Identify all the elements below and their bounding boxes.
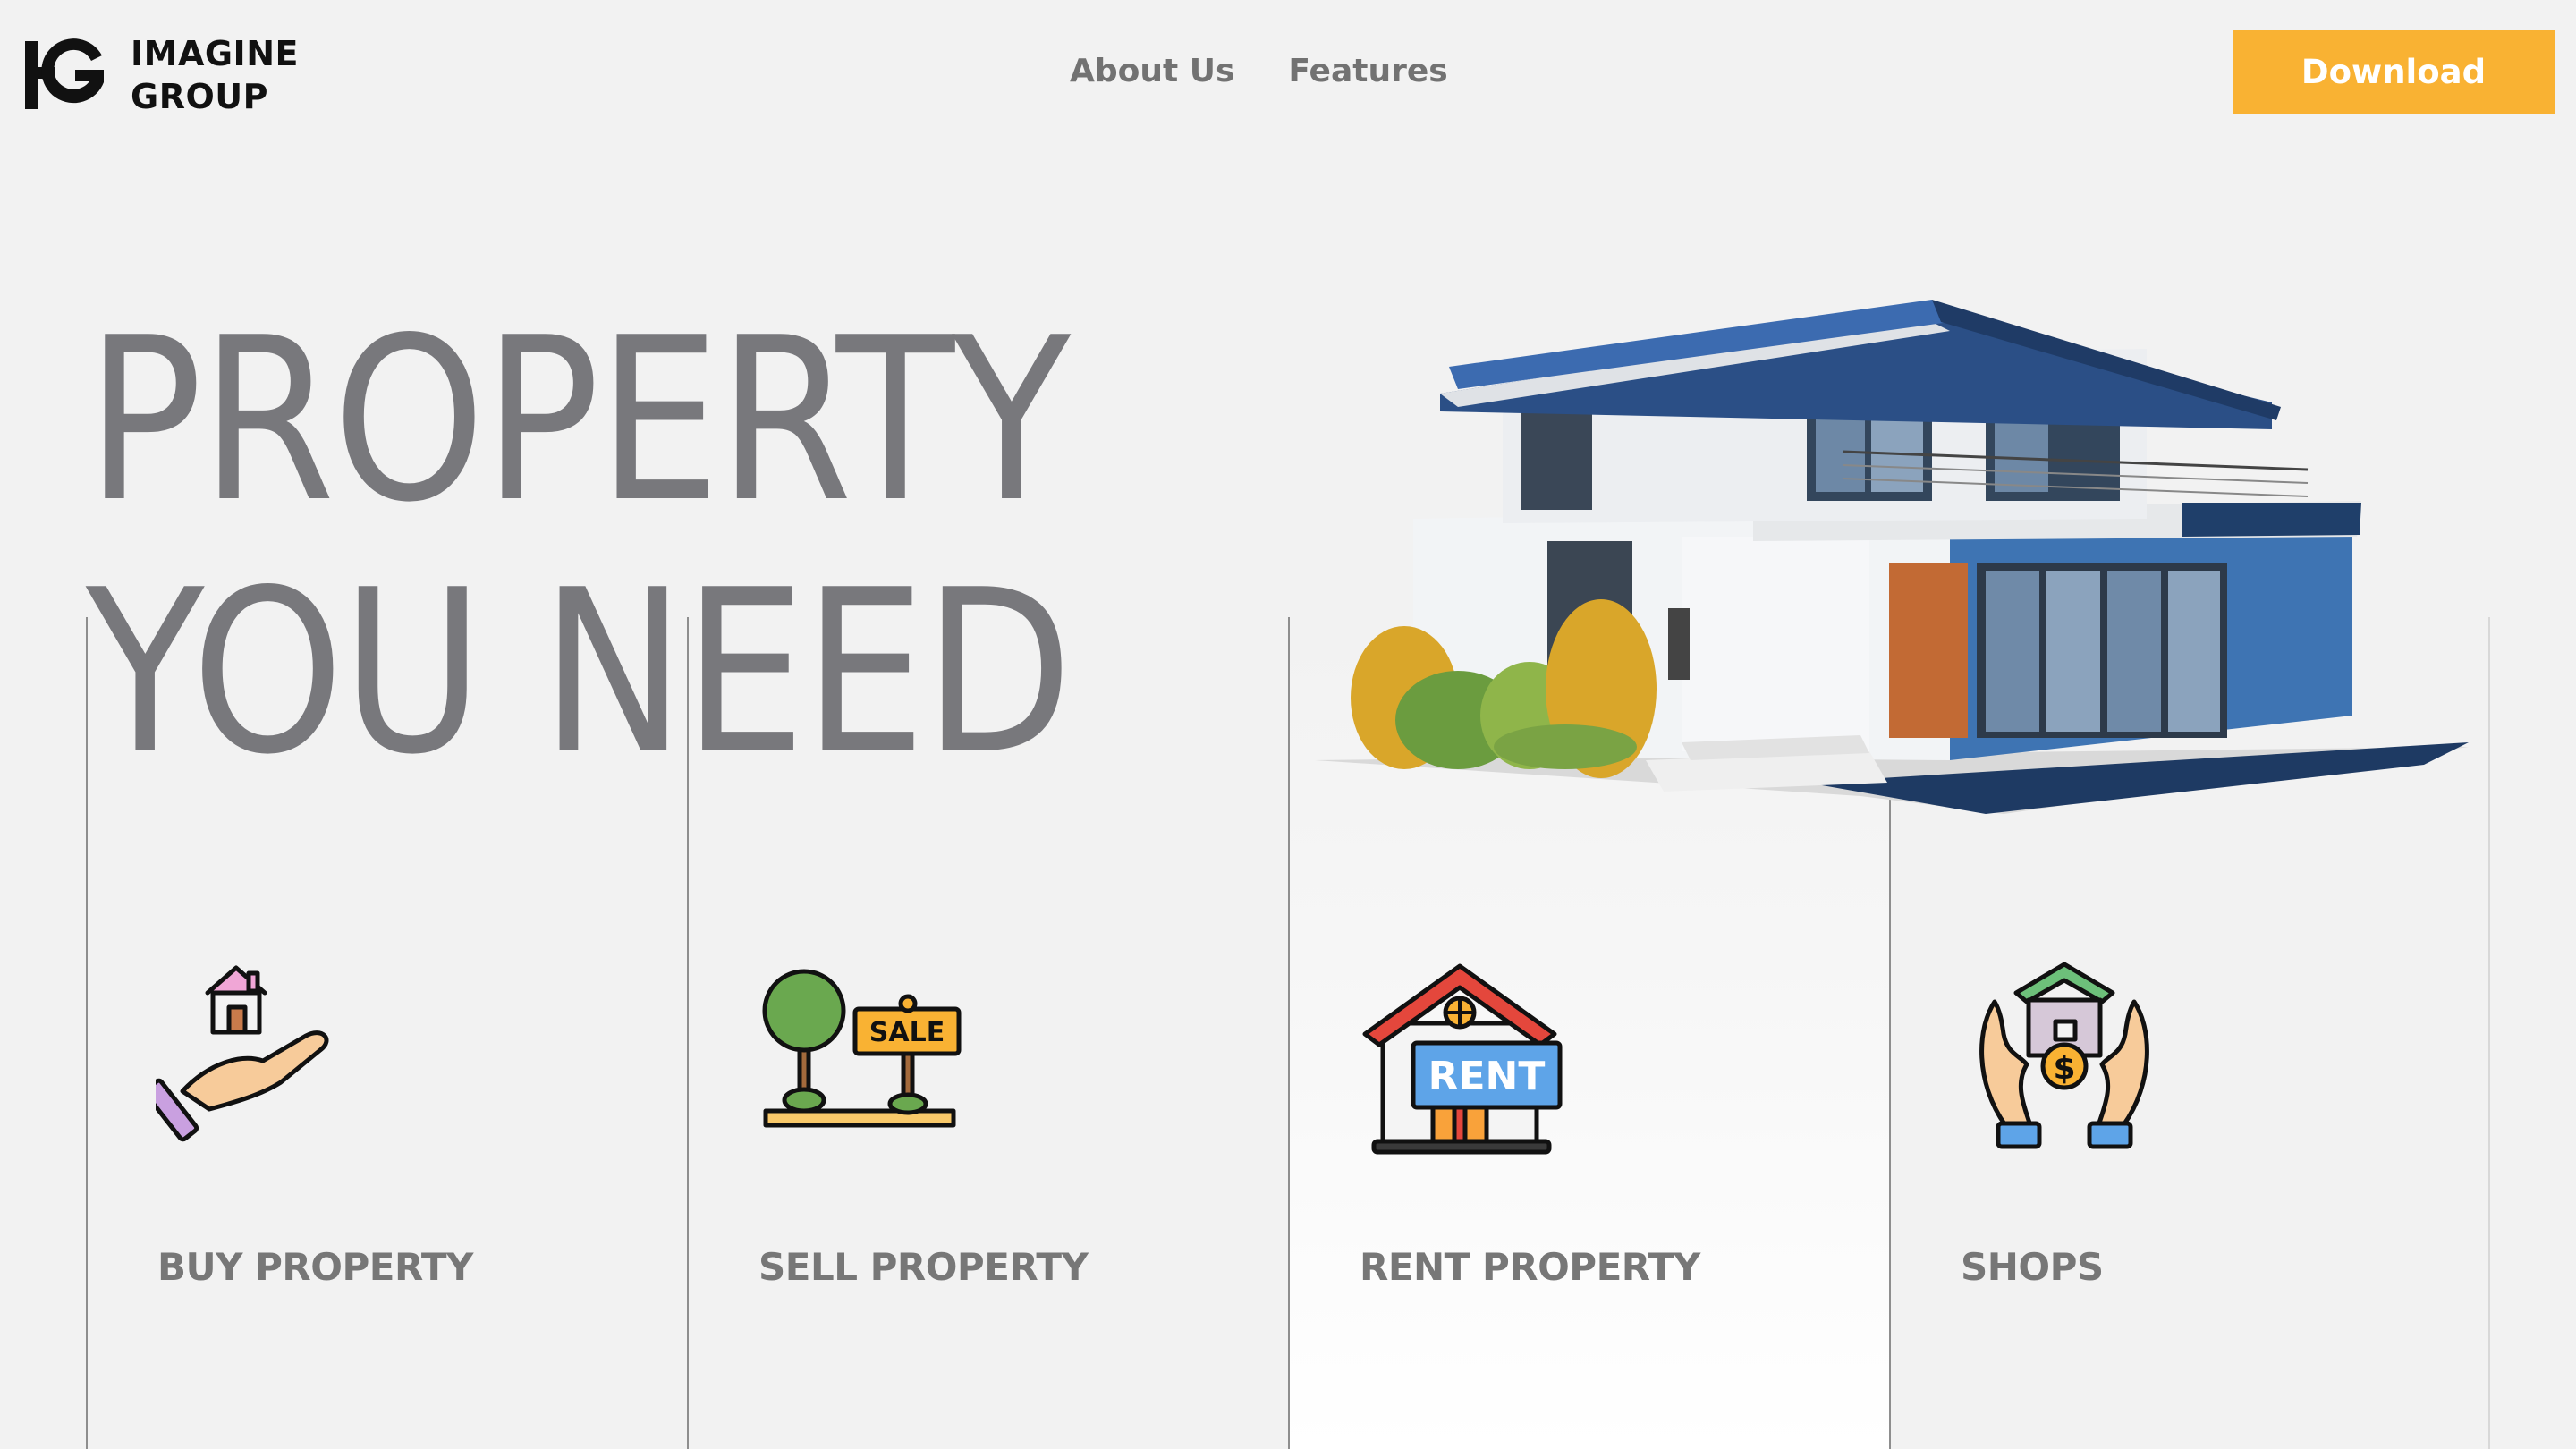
rent-house-icon: RENT	[1362, 963, 1563, 1155]
logo-text-line2: GROUP	[131, 77, 268, 116]
sale-sign-text: SALE	[869, 1017, 945, 1048]
card-label-buy: BUY PROPERTY	[157, 1245, 473, 1289]
hero-title-line1: PROPERTY	[86, 290, 1071, 552]
modern-house-image	[1315, 300, 2469, 814]
download-button[interactable]: Download	[2233, 30, 2555, 114]
card-label-rent: RENT PROPERTY	[1360, 1245, 1700, 1289]
logo-mark-icon	[25, 38, 104, 109]
card-label-shops: SHOPS	[1961, 1245, 2104, 1289]
sale-sign-icon: SALE	[762, 969, 962, 1128]
hero-title-line2: YOU NEED	[86, 542, 1072, 804]
dollar-symbol: $	[2053, 1050, 2075, 1087]
card-label-sell: SELL PROPERTY	[758, 1245, 1089, 1289]
hands-house-dollar-icon: $	[1979, 962, 2149, 1149]
hand-house-icon	[156, 965, 329, 1142]
nav-features[interactable]: Features	[1288, 47, 1447, 97]
logo-text-line1: IMAGINE	[131, 34, 299, 73]
rent-sign-text: RENT	[1428, 1054, 1546, 1099]
main-nav: About Us Features	[1070, 47, 1448, 97]
logo-text: IMAGINE GROUP	[131, 32, 299, 118]
logo[interactable]: IMAGINE GROUP	[23, 32, 299, 118]
hero-title: PROPERTY YOU NEED	[86, 290, 1072, 804]
nav-about-us[interactable]: About Us	[1070, 47, 1234, 97]
